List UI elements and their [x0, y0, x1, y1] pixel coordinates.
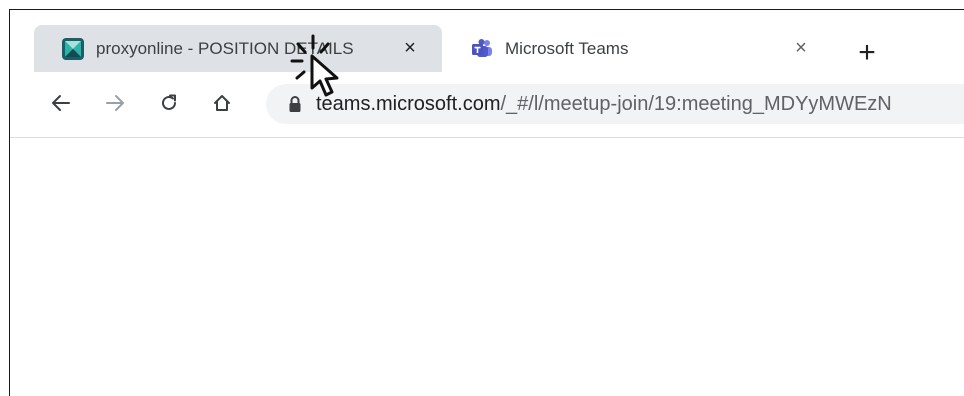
microsoft-teams-icon [472, 38, 492, 57]
browser-window: proxyonline - POSITION DETAILS × Microso… [9, 9, 964, 396]
back-button[interactable] [46, 88, 76, 118]
url-path: /_#/l/meetup-join/19:meeting_MDYyMWEzN [500, 92, 892, 115]
browser-toolbar: teams.microsoft.com/_#/l/meetup-join/19:… [10, 72, 964, 138]
tab-proxyonline[interactable]: proxyonline - POSITION DETAILS × [34, 25, 442, 72]
home-button[interactable] [207, 88, 237, 118]
tab-title: Microsoft Teams [505, 38, 629, 58]
tab-close-button[interactable]: × [396, 37, 424, 60]
reload-icon [162, 94, 176, 110]
arrow-left-icon [52, 95, 70, 111]
tab-title: proxyonline - POSITION DETAILS [96, 38, 354, 58]
address-bar[interactable]: teams.microsoft.com/_#/l/meetup-join/19:… [266, 84, 964, 124]
tab-close-button[interactable]: × [787, 37, 815, 60]
tab-strip: proxyonline - POSITION DETAILS × Microso… [10, 10, 964, 72]
url-text: teams.microsoft.com/_#/l/meetup-join/19:… [316, 93, 892, 116]
proxyonline-logo-icon [62, 37, 84, 60]
tab-microsoft-teams[interactable]: Microsoft Teams × [443, 25, 833, 72]
url-domain: teams.microsoft.com [316, 92, 501, 115]
home-icon [214, 95, 230, 111]
forward-button[interactable] [100, 88, 130, 118]
new-tab-button[interactable]: + [848, 38, 886, 76]
lock-icon [289, 96, 301, 112]
arrow-right-icon [106, 95, 124, 111]
reload-button[interactable] [154, 88, 184, 118]
